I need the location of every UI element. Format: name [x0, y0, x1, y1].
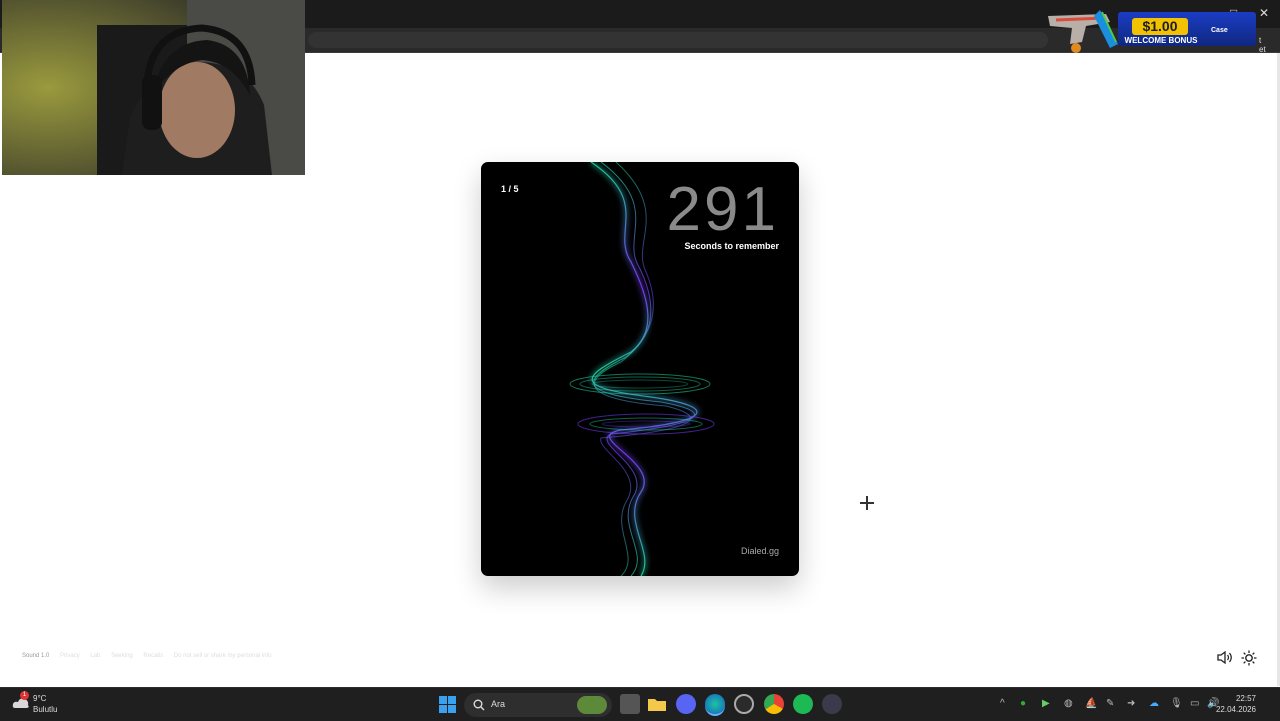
footer-link-seeking[interactable]: Seeking — [111, 653, 133, 659]
spotify-icon[interactable] — [793, 694, 813, 714]
footer-link-privacy[interactable]: Privacy — [60, 653, 80, 659]
discord-icon[interactable] — [676, 694, 696, 714]
footer-links: Sound 1.0 Privacy Lab Seeking Recalls Do… — [22, 653, 281, 659]
microphone-icon[interactable]: 🎙 — [1170, 698, 1183, 709]
tray-boat-icon[interactable]: ⛵ — [1085, 698, 1097, 709]
folder-icon[interactable] — [647, 694, 667, 714]
brand-label: Dialed.gg — [740, 546, 779, 556]
weather-temp: 9°C — [33, 694, 47, 703]
slide-counter: 1 / 5 — [501, 184, 519, 194]
obs-icon[interactable] — [734, 694, 754, 714]
widget-app-icon[interactable] — [620, 694, 640, 714]
tray-pen-icon[interactable]: ✎ — [1106, 698, 1114, 709]
promo-brand: Case — [1211, 27, 1228, 34]
tray-steam-icon[interactable]: ◍ — [1064, 698, 1073, 709]
countdown-number: 291 — [666, 175, 779, 244]
app-icon[interactable] — [822, 694, 842, 714]
clock-date: 22.04.2026 — [1215, 705, 1256, 714]
network-icon[interactable]: ▭ — [1190, 698, 1199, 709]
sun-icon[interactable] — [1241, 650, 1257, 666]
search-icon — [473, 699, 485, 711]
footer-link-lab[interactable]: Lab — [90, 653, 100, 659]
footer-link-privacy-choice[interactable]: Do not sell or share my personal info — [174, 653, 272, 659]
promo-side-text: t et — [1259, 36, 1266, 54]
system-clock[interactable]: 22:57 22.04.2026 — [1216, 693, 1256, 715]
taskbar-search[interactable]: Ara — [464, 693, 612, 717]
tray-play-icon[interactable]: ▶ — [1042, 698, 1050, 709]
countdown-label: Seconds to remember — [684, 241, 779, 251]
speaker-icon[interactable] — [1216, 650, 1233, 665]
search-highlight-image — [577, 696, 607, 714]
tray-arrow-icon[interactable]: ➜ — [1127, 698, 1135, 709]
memory-card: 1 / 5 291 Seconds to remember Dialed.gg — [481, 162, 799, 576]
webcam-image — [2, 0, 305, 175]
weather-desc: Bulutlu — [33, 705, 58, 714]
search-label: Ara — [491, 699, 506, 709]
windows-start-icon[interactable] — [439, 696, 459, 716]
tray-cloud-icon[interactable]: ☁ — [1149, 698, 1159, 709]
promo-banner[interactable]: $1.00 WELCOME BONUS Case t et — [1046, 8, 1266, 54]
footer-sound-version[interactable]: Sound 1.0 — [22, 653, 49, 659]
webcam-overlay — [2, 0, 305, 175]
windows-taskbar: 1 9°C Bulutlu Ara ^ ● ▶ ◍ ⛵ ✎ ➜ ☁ 🎙 ▭ 🔊 … — [0, 687, 1280, 721]
crosshair-cursor-icon — [860, 496, 874, 510]
clock-time: 22:57 — [1235, 694, 1256, 703]
footer-link-recalls[interactable]: Recalls — [143, 653, 163, 659]
tray-overflow-icon[interactable]: ^ — [1000, 698, 1005, 709]
weather-badge: 1 — [20, 691, 29, 700]
edge-icon[interactable] — [705, 694, 725, 716]
bonus-label: WELCOME BONUS — [1124, 36, 1198, 45]
url-field[interactable] — [308, 32, 1048, 48]
close-button[interactable]: ✕ — [1259, 6, 1269, 20]
bonus-amount: $1.00 — [1132, 18, 1188, 35]
chrome-icon[interactable] — [764, 694, 784, 714]
tray-icon[interactable]: ● — [1020, 698, 1026, 709]
